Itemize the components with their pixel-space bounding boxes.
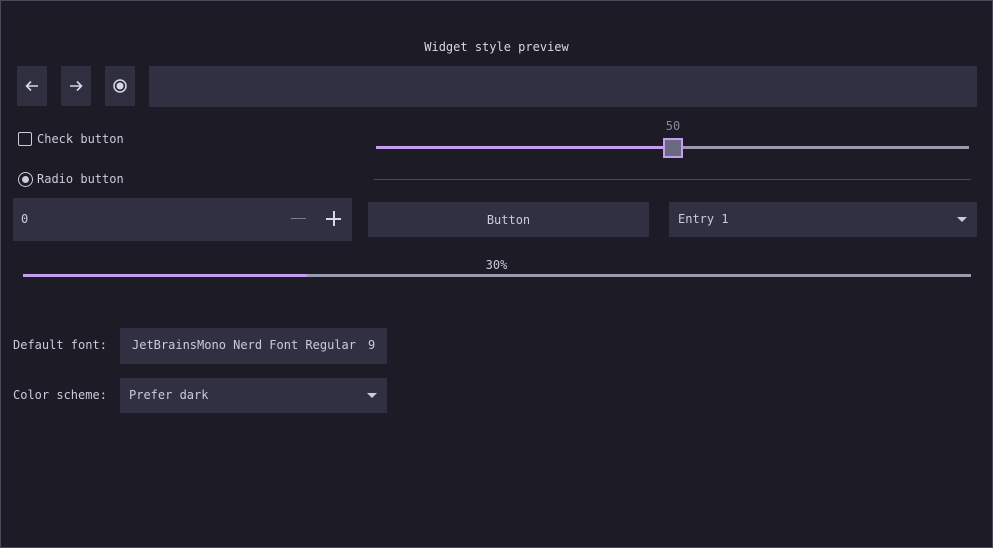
record-icon [113, 79, 127, 93]
forward-button[interactable] [61, 66, 91, 106]
color-scheme-value: Prefer dark [129, 388, 209, 402]
increment-icon-vertical[interactable] [333, 211, 335, 226]
push-button-label: Button [486, 212, 531, 227]
separator [374, 179, 971, 180]
push-button[interactable]: Button [368, 202, 649, 237]
check-button-box[interactable] [18, 132, 32, 146]
radio-selected-dot [21, 175, 29, 183]
entry-dropdown-value: Entry 1 [678, 212, 729, 226]
font-name: JetBrainsMono Nerd Font Regular [132, 338, 356, 352]
chevron-down-icon[interactable] [957, 217, 967, 222]
check-button-label[interactable]: Check button [37, 132, 124, 146]
font-size: 9 [368, 338, 376, 352]
default-font-label: Default font: [13, 338, 107, 352]
color-scheme-label: Color scheme: [13, 388, 107, 402]
decrement-icon[interactable] [291, 218, 306, 219]
spin-button[interactable] [13, 198, 352, 241]
arrow-right-icon [70, 80, 83, 92]
url-input[interactable] [149, 66, 977, 107]
radio-button-label[interactable]: Radio button [37, 172, 124, 186]
page-title: Widget style preview [424, 40, 569, 54]
radio-button-circle[interactable] [18, 172, 33, 187]
slider-handle[interactable] [662, 138, 683, 158]
spin-button-value[interactable]: 0 [21, 212, 28, 226]
slider-fill [376, 146, 673, 149]
record-button[interactable] [105, 66, 135, 106]
slider-value: 50 [665, 119, 681, 133]
back-button[interactable] [17, 66, 47, 106]
progress-bar [23, 274, 971, 277]
progress-fill [23, 274, 308, 277]
chevron-down-icon[interactable] [367, 393, 377, 398]
progress-label: 30% [485, 258, 508, 272]
arrow-left-icon [25, 80, 38, 92]
